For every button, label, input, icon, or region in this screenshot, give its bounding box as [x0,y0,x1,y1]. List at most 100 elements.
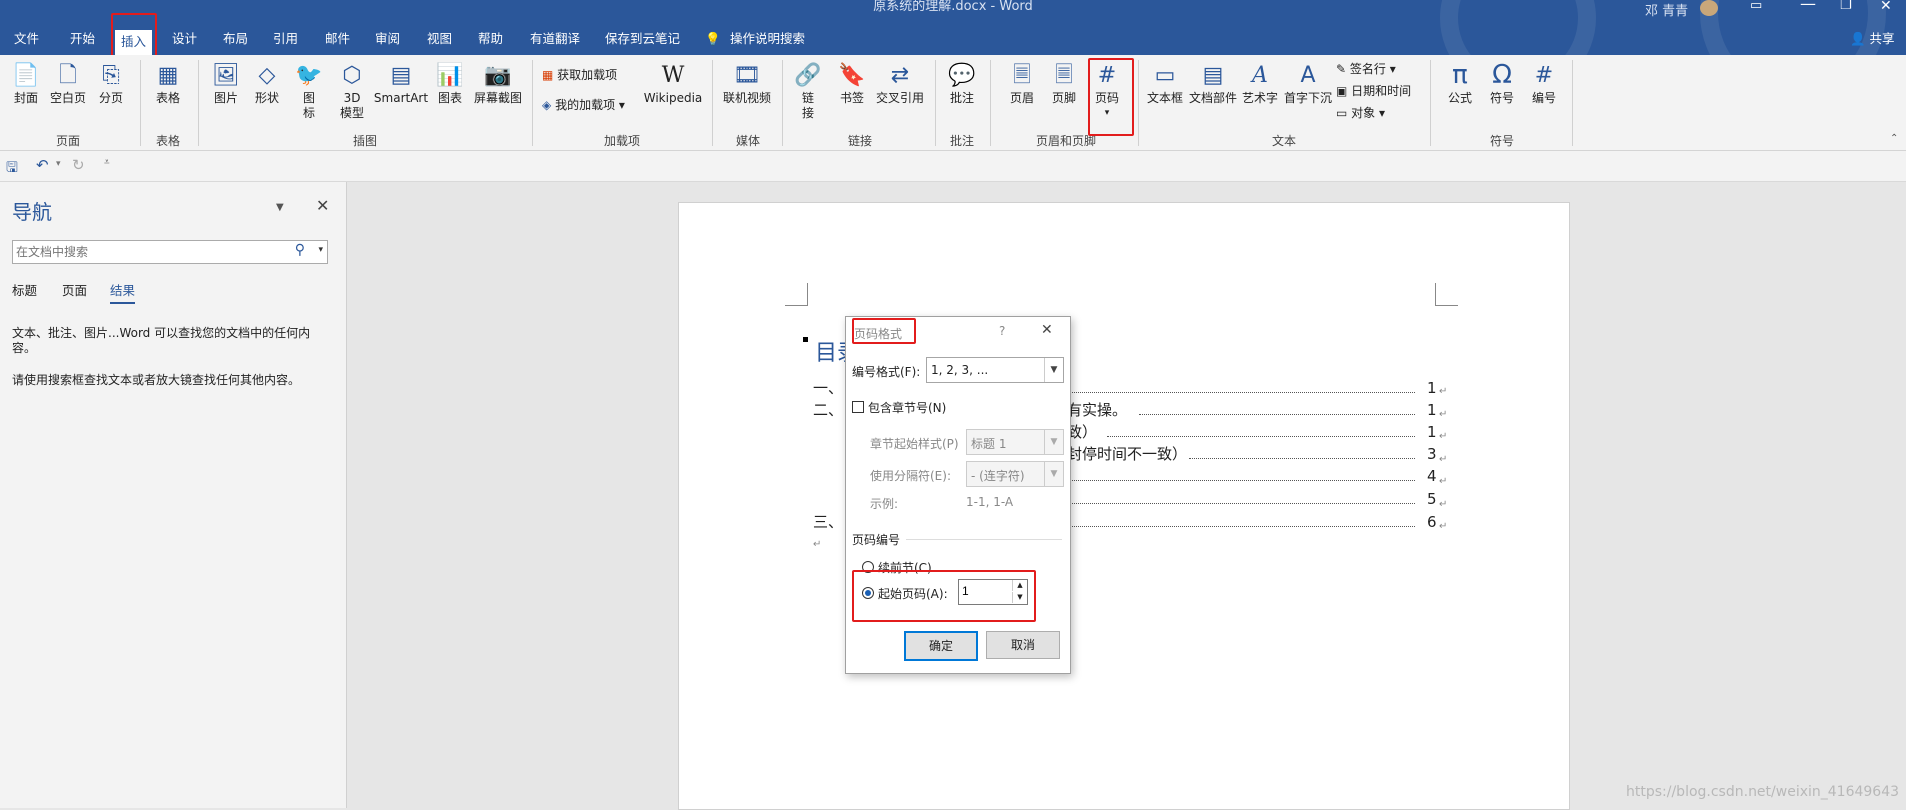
separator [140,60,141,146]
symbol-button[interactable]: Ω 符号 [1486,61,1518,106]
close-window-icon[interactable]: ✕ [1880,0,1892,14]
chart-button[interactable]: 📊 图表 [434,61,466,106]
tab-design[interactable]: 设计 [172,30,197,48]
wikipedia-button[interactable]: W Wikipedia [642,61,704,106]
group-label-symbols: 符号 [1489,134,1514,148]
wordart-button[interactable]: A 艺术字 [1240,61,1280,106]
nav-tab-pages[interactable]: 页面 [62,280,87,299]
page-break-button[interactable]: ⎘ 分页 [95,61,127,106]
tab-youdao[interactable]: 有道翻译 [530,30,580,48]
picture-button[interactable]: 🖼 图片 [210,61,242,106]
header-button[interactable]: 🗏 页眉 [1006,61,1038,106]
bookmark-icon: 🔖 [838,62,866,88]
my-addins-button[interactable]: ◈ 我的加载项 ▾ [542,97,625,113]
share-button[interactable]: 👤 共享 [1850,30,1895,48]
nav-message-2: 请使用搜索框查找文本或者放大镜查找任何其他内容。 [12,373,301,387]
icons-button[interactable]: 🐦 图 标 [295,61,323,121]
cross-ref-label: 交叉引用 [875,91,924,105]
cross-ref-button[interactable]: ⇄ 交叉引用 [874,61,926,106]
tab-view[interactable]: 视图 [427,30,452,48]
cancel-button[interactable]: 取消 [986,631,1060,659]
number-button[interactable]: # 编号 [1528,61,1560,106]
chapter-style-select[interactable]: 标题 1 ▼ [966,429,1064,455]
screenshot-button[interactable]: 📷 屏幕截图 [470,61,526,106]
close-icon[interactable]: ✕ [1041,322,1053,338]
symbol-label: 符号 [1489,91,1514,105]
toc-leader [1069,392,1415,393]
search-icon[interactable]: ⚲ [295,242,305,258]
document-page[interactable]: 目录 一、 1 二、 有实操。 1 致） 1 封停时间不一致） 3 4 5 三、… [678,202,1570,810]
get-addins-button[interactable]: ▦ 获取加载项 [542,67,617,83]
quick-parts-button[interactable]: ▤ 文档部件 [1188,61,1238,106]
ribbon: 📄 封面 🗋 空白页 ⎘ 分页 页面 ▦ 表格 表格 🖼 图片 ◇ 形状 🐦 图 标 ⬡ 3D … [0,55,1906,151]
nav-tab-headings[interactable]: 标题 [12,280,37,299]
blank-page-button[interactable]: 🗋 空白页 [48,61,88,106]
group-label-addins: 加载项 [603,134,640,148]
page-break-icon: ⎘ [102,62,120,88]
close-icon[interactable]: ✕ [316,196,329,215]
footer-button[interactable]: 🗏 页脚 [1048,61,1080,106]
undo-icon[interactable]: ↶ [36,156,49,174]
tab-home[interactable]: 开始 [70,30,95,48]
separator [1430,60,1431,146]
restore-icon[interactable]: ❐ [1840,0,1852,13]
quick-parts-label: 文档部件 [1188,91,1237,105]
textbox-button[interactable]: ▭ 文本框 [1146,61,1184,106]
bookmark-button[interactable]: 🔖 书签 [836,61,868,106]
customize-qat-icon[interactable]: ⩡ [104,157,110,168]
share-label: 共享 [1869,31,1895,46]
nav-tab-results[interactable]: 结果 [110,280,136,304]
tab-review[interactable]: 审阅 [375,30,400,48]
undo-dropdown-icon[interactable]: ▾ [56,159,61,169]
omega-icon: Ω [1492,59,1512,90]
separator-select[interactable]: - (连字符) ▼ [966,461,1064,487]
tell-me-search[interactable]: 操作说明搜索 [730,30,805,48]
smartart-button[interactable]: ▤ SmartArt [373,61,429,106]
tab-layout[interactable]: 布局 [223,30,248,48]
tab-help[interactable]: 帮助 [478,30,503,48]
save-icon[interactable]: 🖫 [6,157,18,181]
minimize-icon[interactable]: — [1800,0,1816,13]
collapse-ribbon-icon[interactable]: ⌃ [1890,133,1898,144]
help-button[interactable]: ? [999,324,1005,338]
table-button[interactable]: ▦ 表格 [152,61,184,106]
equation-button[interactable]: π 公式 [1444,61,1476,106]
footer-icon: 🗏 [1055,62,1073,88]
blank-page-icon: 🗋 [59,62,77,88]
search-options-icon[interactable]: ▾ [318,245,323,255]
redo-icon[interactable]: ↻ [72,156,85,174]
blank-page-label: 空白页 [49,91,86,105]
tab-file[interactable]: 文件 [14,30,39,48]
cover-button[interactable]: 📄 封面 [10,61,42,106]
drop-cap-button[interactable]: A 首字下沉 [1284,61,1332,106]
tab-mailings[interactable]: 邮件 [325,30,350,48]
signature-line-button[interactable]: ✎ 签名行 ▾ [1336,61,1396,77]
search-input[interactable] [13,241,288,263]
tab-cloud-note[interactable]: 保存到云笔记 [605,30,680,48]
nav-search-box[interactable]: ⚲ ▾ [12,240,328,264]
textbox-label: 文本框 [1146,91,1183,105]
include-chapter-checkbox[interactable]: 包含章节号(N) [852,399,946,416]
nav-options-icon[interactable]: ▼ [276,202,284,213]
store-icon: ▦ [542,68,554,82]
comment-button[interactable]: 💬 批注 [946,61,978,106]
object-button[interactable]: ▭ 对象 ▾ [1336,105,1385,121]
shapes-label: 形状 [254,91,279,105]
toc-entry-left: 一、 [813,379,844,397]
ok-button[interactable]: 确定 [904,631,978,661]
3d-model-button[interactable]: ⬡ 3D 模型 [336,61,368,121]
format-select[interactable]: 1, 2, 3, ... ▼ [926,357,1064,383]
highlight-start-page [852,570,1036,622]
ribbon-display-icon[interactable]: ▭ [1750,0,1762,13]
section-divider [906,539,1062,540]
avatar[interactable] [1700,0,1718,16]
online-video-label: 联机视频 [722,91,771,105]
tab-references[interactable]: 引用 [273,30,298,48]
date-time-button[interactable]: ▣ 日期和时间 [1336,83,1411,99]
shapes-button[interactable]: ◇ 形状 [251,61,283,106]
online-video-button[interactable]: 🎞 联机视频 [720,61,774,106]
group-label-table: 表格 [155,134,180,148]
nav-title: 导航 [12,200,52,224]
toc-leader [1139,414,1415,415]
link-button[interactable]: 🔗 链 接 [794,61,822,121]
